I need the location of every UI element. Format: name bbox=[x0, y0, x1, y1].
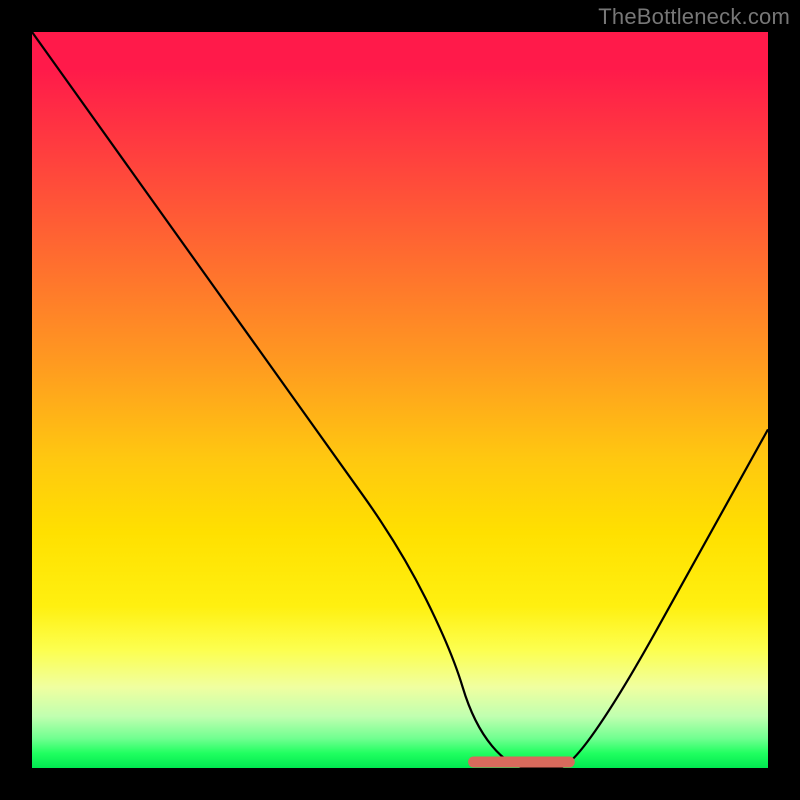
watermark-text: TheBottleneck.com bbox=[598, 4, 790, 30]
curve-layer bbox=[32, 32, 768, 768]
plot-area bbox=[32, 32, 768, 768]
chart-frame: TheBottleneck.com bbox=[0, 0, 800, 800]
bottleneck-curve bbox=[32, 32, 768, 768]
